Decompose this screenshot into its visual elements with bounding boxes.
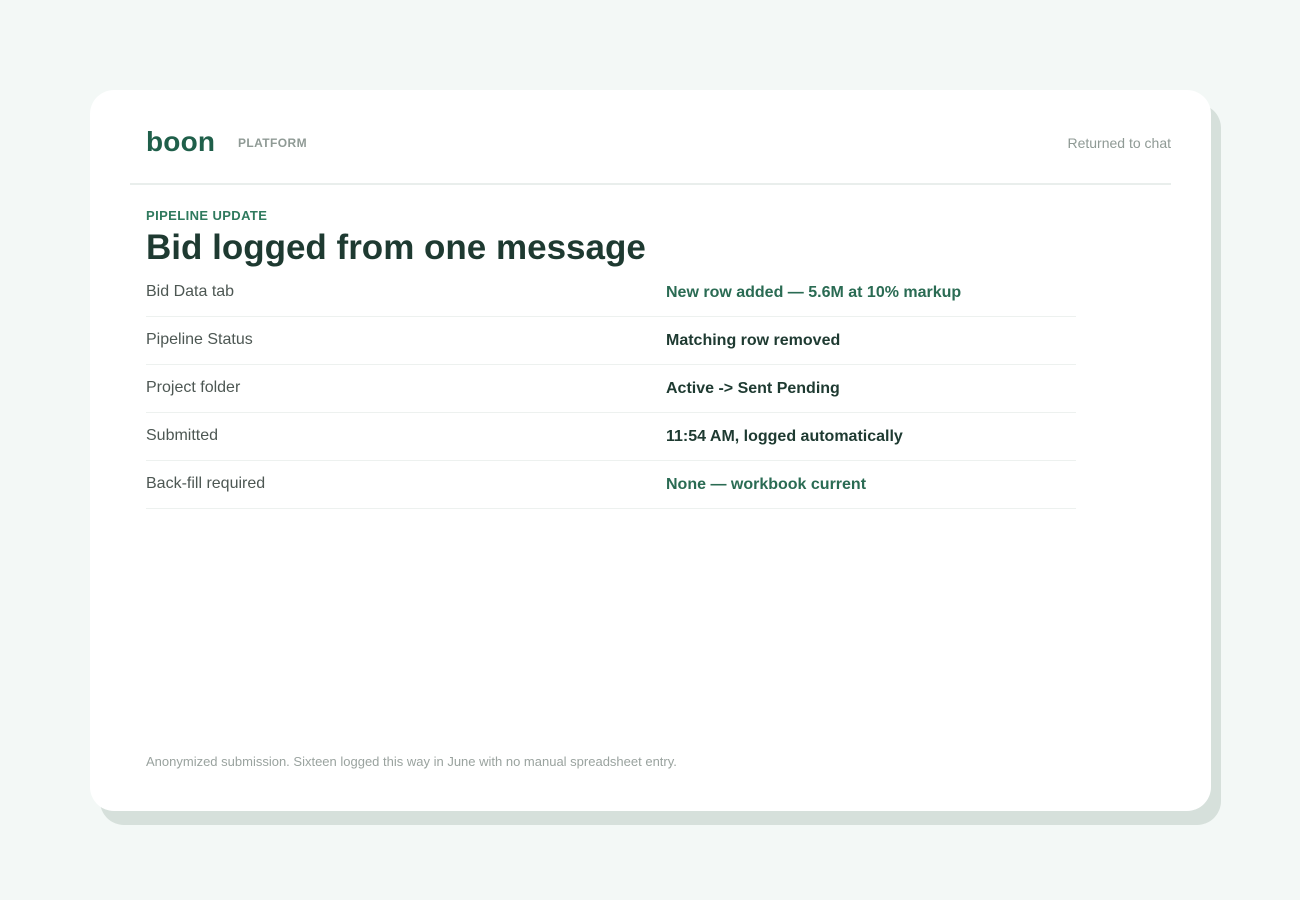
returned-to-chat-link[interactable]: Returned to chat: [1067, 135, 1171, 151]
detail-row-submitted: Submitted 11:54 AM, logged automatically: [146, 413, 1076, 461]
detail-value: None — workbook current: [666, 476, 867, 493]
detail-row-pipeline-status: Pipeline Status Matching row removed: [146, 317, 1076, 365]
detail-label: Project folder: [146, 379, 241, 396]
footnote: Anonymized submission. Sixteen logged th…: [146, 754, 677, 769]
detail-value: New row added — 5.6M at 10% markup: [666, 284, 962, 301]
detail-row-bid-data-tab: Bid Data tab New row added — 5.6M at 10%…: [146, 269, 1076, 317]
detail-row-back-fill-required: Back-fill required None — workbook curre…: [146, 461, 1076, 509]
page-title: Bid logged from one message: [146, 228, 646, 267]
brand-logo[interactable]: boon: [146, 126, 215, 158]
detail-value: 11:54 AM, logged automatically: [666, 428, 903, 445]
detail-label: Back-fill required: [146, 475, 266, 492]
detail-row-project-folder: Project folder Active -> Sent Pending: [146, 365, 1076, 413]
detail-label: Bid Data tab: [146, 283, 235, 300]
detail-value: Active -> Sent Pending: [666, 380, 840, 397]
detail-value: Matching row removed: [666, 332, 841, 349]
details-list: Bid Data tab New row added — 5.6M at 10%…: [146, 269, 1076, 509]
card-header: boon PLATFORM Returned to chat: [130, 90, 1171, 185]
detail-label: Pipeline Status: [146, 331, 253, 348]
section-eyebrow: PIPELINE UPDATE: [146, 208, 268, 223]
update-card: boon PLATFORM Returned to chat PIPELINE …: [90, 90, 1211, 811]
detail-label: Submitted: [146, 427, 219, 444]
platform-label: PLATFORM: [238, 136, 307, 150]
